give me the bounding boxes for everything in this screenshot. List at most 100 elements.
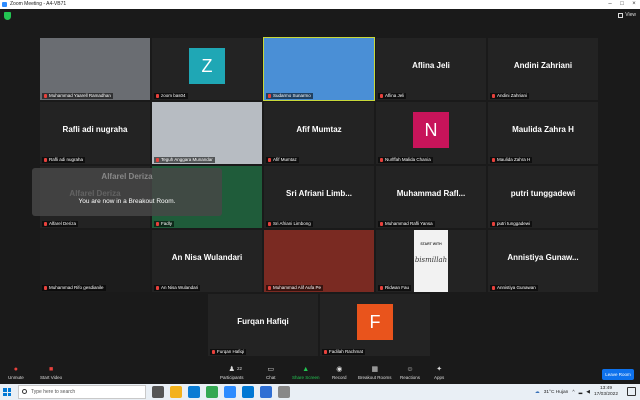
participant-tile[interactable]: Muhammad Rifo gesdianile xyxy=(40,230,150,292)
mic-muted-icon xyxy=(492,94,495,98)
participant-display-name: Andini Zahriani xyxy=(513,60,573,70)
close-icon[interactable]: × xyxy=(628,0,640,9)
view-button[interactable]: View xyxy=(618,12,636,18)
participant-tile[interactable]: Aflina Jeli Aflina Jeli xyxy=(376,38,486,100)
mic-muted-icon xyxy=(156,222,159,226)
participant-name: Aflina Jeli xyxy=(385,93,405,98)
record-button[interactable]: ◉ Record xyxy=(332,366,347,380)
participant-name-label: Aflina Jeli xyxy=(378,93,407,99)
mic-muted-icon xyxy=(268,222,271,226)
participant-name: An Nisa Wulandari xyxy=(161,285,199,290)
share-screen-button[interactable]: ▲ Share Screen xyxy=(292,366,320,380)
mic-muted-icon xyxy=(268,286,271,290)
participant-name-label: Teguh Anggara Munandar xyxy=(154,157,215,163)
participant-tile[interactable]: Zzoom bas04 xyxy=(152,38,262,100)
mic-muted-icon xyxy=(268,158,271,162)
participant-name-label: Sudarmo Sunarmo xyxy=(266,93,313,99)
participant-name-label: Muhammad Rafli Yansa xyxy=(378,221,435,227)
maximize-icon[interactable]: □ xyxy=(616,0,628,9)
windows-start-icon[interactable] xyxy=(3,388,11,396)
share-screen-icon: ▲ xyxy=(302,366,310,373)
reactions-button[interactable]: ☺ Reactions xyxy=(400,366,420,380)
participant-tile[interactable]: Andini Zahriani Andini Zahriani xyxy=(488,38,598,100)
volume-icon[interactable]: ◀ xyxy=(586,390,590,395)
participant-tile[interactable]: Muhammad Rafl... Muhammad Rafli Yansa xyxy=(376,166,486,228)
participant-tile[interactable]: putri tunggadewi putri tunggadewi xyxy=(488,166,598,228)
participant-name: Ridwan Fau xyxy=(385,285,410,290)
participant-tile[interactable]: Maulida Zahra H Maulida Zahra H xyxy=(488,102,598,164)
apps-button[interactable]: ✦ Apps xyxy=(434,366,444,380)
unmute-button[interactable]: ● Unmute xyxy=(8,366,24,380)
word-icon[interactable] xyxy=(260,386,272,398)
mic-muted-icon xyxy=(156,158,159,162)
meeting-toolbar: ● Unmute ■ Start Video ♟ Participants 22… xyxy=(0,364,640,384)
view-label: View xyxy=(625,12,636,18)
chat-icon: ▭ xyxy=(267,366,275,373)
grid-icon xyxy=(618,12,624,18)
weather-text[interactable]: 31°C Hujan xyxy=(544,390,569,395)
chat-button[interactable]: ▭ Chat xyxy=(266,366,276,380)
participant-name: Alfarel Deriza xyxy=(49,221,77,226)
apps-icon: ✦ xyxy=(436,366,443,373)
settings-icon[interactable] xyxy=(278,386,290,398)
participant-tile[interactable]: Afif Mumtaz Afif Mumtaz xyxy=(264,102,374,164)
participant-display-name: Muhammad Rafl... xyxy=(396,188,466,198)
participant-tile[interactable]: F Fadilah Rachmat xyxy=(320,294,430,356)
participant-tile[interactable]: An Nisa Wulandari An Nisa Wulandari xyxy=(152,230,262,292)
participant-name: Fadilah Rachmat xyxy=(329,349,364,354)
participant-video: START WITH bismillah xyxy=(414,230,448,292)
participant-name-label: Nurlffah Malida Chania xyxy=(378,157,433,163)
file-explorer-icon[interactable] xyxy=(170,386,182,398)
breakout-rooms-button[interactable]: ▦ Breakout Rooms xyxy=(358,366,392,380)
mic-muted-icon xyxy=(268,94,271,98)
participant-tile[interactable]: Annistiya Gunaw... Annistiya Gunawan xyxy=(488,230,598,292)
participant-name-label: Muhammad Rifo gesdianile xyxy=(42,285,106,291)
system-tray: ☁ 31°C Hujan ^ ▂ ◀ 13:49 17/03/2022 xyxy=(535,386,618,398)
participant-name: Sudarmo Sunarmo xyxy=(273,93,311,98)
leave-room-button[interactable]: Leave Room xyxy=(602,369,634,380)
participant-tile[interactable]: Sudarmo Sunarmo xyxy=(263,37,375,101)
participant-name: Muhammad Rafli Yansa xyxy=(385,221,433,226)
participant-tile[interactable]: Furqan Hafiqi Furqan Hafiqi xyxy=(208,294,318,356)
participant-name-label: Ridwan Fau xyxy=(378,285,412,291)
minimize-icon[interactable]: – xyxy=(604,0,616,9)
participant-tile[interactable]: Sri Afriani Limb... Sri Afriani Limbong xyxy=(264,166,374,228)
participant-tile[interactable]: Muhammad Yaarell Ramadhan xyxy=(40,38,150,100)
mic-muted-icon xyxy=(156,94,159,98)
store-icon[interactable] xyxy=(242,386,254,398)
chrome-icon[interactable] xyxy=(206,386,218,398)
participant-name: Rafli adi nugraha xyxy=(49,157,84,162)
search-placeholder: Type here to search xyxy=(31,389,76,395)
participant-display-name: An Nisa Wulandari xyxy=(171,252,243,262)
participant-name: zoom bas04 xyxy=(161,93,186,98)
participant-name-label: An Nisa Wulandari xyxy=(154,285,201,291)
breakout-rooms-icon: ▦ xyxy=(371,366,379,373)
participant-display-name: Maulida Zahra H xyxy=(512,124,574,134)
participant-name-label: Rafli adi nugraha xyxy=(42,157,86,163)
participant-tile[interactable]: Muhammad Alif Aufa Pe xyxy=(264,230,374,292)
taskbar-clock[interactable]: 13:49 17/03/2022 xyxy=(594,386,618,398)
participant-name: Muhammad Alif Aufa Pe xyxy=(273,285,322,290)
participant-name-label: Fadilah Rachmat xyxy=(322,349,366,355)
security-shield-icon[interactable] xyxy=(4,12,11,20)
network-icon[interactable]: ▂ xyxy=(579,390,583,395)
participant-tile[interactable]: Teguh Anggara Munandar xyxy=(152,102,262,164)
notifications-icon[interactable] xyxy=(627,387,636,396)
participant-tile[interactable]: Rafli adi nugraha Rafli adi nugraha xyxy=(40,102,150,164)
zoom-taskbar-icon[interactable] xyxy=(224,386,236,398)
window-titlebar: Zoom Meeting - A4-VB71 – □ × xyxy=(0,0,640,9)
participant-tile[interactable]: N Nurlffah Malida Chania xyxy=(376,102,486,164)
mic-muted-icon xyxy=(44,222,47,226)
tray-overflow-icon[interactable]: ^ xyxy=(572,390,574,395)
task-view-icon[interactable] xyxy=(152,386,164,398)
taskbar-search-input[interactable]: Type here to search xyxy=(18,385,146,399)
participant-name: Afif Mumtaz xyxy=(273,157,297,162)
mic-muted-icon xyxy=(44,158,47,162)
participant-name-label: Annistiya Gunawan xyxy=(490,285,538,291)
mic-muted-icon xyxy=(380,286,383,290)
mic-muted-icon xyxy=(380,94,383,98)
breakout-room-notification: Alfarel Deriza You are now in a Breakout… xyxy=(32,168,222,216)
mail-icon[interactable] xyxy=(188,386,200,398)
participant-tile[interactable]: START WITH bismillah Ridwan Fau xyxy=(376,230,486,292)
start-video-button[interactable]: ■ Start Video xyxy=(40,366,62,380)
